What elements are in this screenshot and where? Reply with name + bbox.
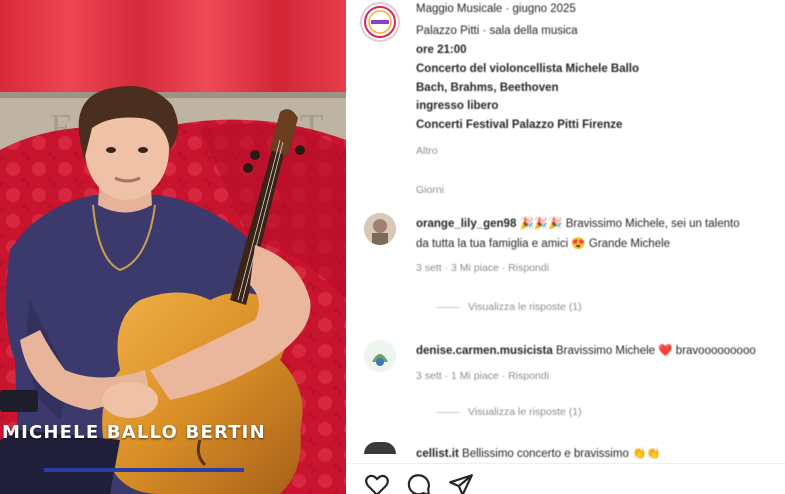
post-details: Maggio Musicale · giugno 2025 Palazzo Pi… [346,0,785,494]
post-timestamp: Giorni [416,184,445,196]
commenter-avatar[interactable] [364,340,396,372]
caption-line: ore 21:00 [416,44,467,56]
performer-name: MICHELE BALLO BERTIN [2,422,266,443]
comment-text: bravooooooooo [675,345,756,357]
user-avatar-icon [364,340,396,372]
caption-line: Concerti Festival Palazzo Pitti Firenze [416,119,623,131]
send-icon[interactable] [448,472,474,494]
caption-more-link[interactable]: Altro [416,145,438,157]
caption-line: Bach, Brahms, Beethoven [416,82,559,94]
comment-meta[interactable]: 3 sett · 3 Mi piace · Rispondi [416,262,549,274]
comment-emoji: 👏👏 [632,448,661,460]
comment-username[interactable]: orange_lily_gen98 [416,218,516,230]
comment-emoji: 😍 [571,238,586,250]
replies-line [436,411,460,413]
post-date-line: Maggio Musicale · giugno 2025 [416,3,576,15]
heart-icon[interactable] [364,472,390,494]
action-bar [346,464,785,494]
comment-text: da tutta la tua famiglia e amici [416,238,569,250]
comment-text: Bellissimo concerto e bravissimo [462,448,629,460]
brand-logo-icon [364,6,396,38]
comment-username[interactable]: cellist.it [416,448,459,460]
user-avatar-icon [364,213,396,245]
comment-emoji: ❤️ [658,345,673,357]
comment-text: Grande Michele [588,238,671,250]
replies-label: Visualizza le risposte (1) [468,301,582,313]
post-author-avatar[interactable] [360,2,400,42]
caption-line: Palazzo Pitti · sala della musica [416,25,578,37]
video-name-overlay: MICHELE BALLO BERTIN [0,422,346,472]
comment-meta[interactable]: 3 sett · 1 Mi piace · Rispondi [416,370,549,382]
replies-label: Visualizza le risposte (1) [468,406,582,418]
commenter-avatar[interactable] [364,442,396,454]
video-still: F T [0,0,346,494]
commenter-avatar[interactable] [364,213,396,245]
name-underline [44,468,244,472]
view-replies-link[interactable]: Visualizza le risposte (1) [436,301,582,313]
comment-icon[interactable] [406,472,432,494]
comment-text: Bravissimo Michele, sei un talento [565,218,740,230]
view-replies-link[interactable]: Visualizza le risposte (1) [436,406,582,418]
caption-line: Concerto del violoncellista Michele Ball… [416,63,640,75]
video-frame[interactable]: F T MICHELE BALLO BERTIN [0,0,346,494]
replies-line [436,306,460,308]
comment-text: Bravissimo Michele [556,345,656,357]
comment-username[interactable]: denise.carmen.musicista [416,345,553,357]
caption-line: ingresso libero [416,100,499,112]
comment-emojis: 🎉🎉🎉 [519,218,563,230]
